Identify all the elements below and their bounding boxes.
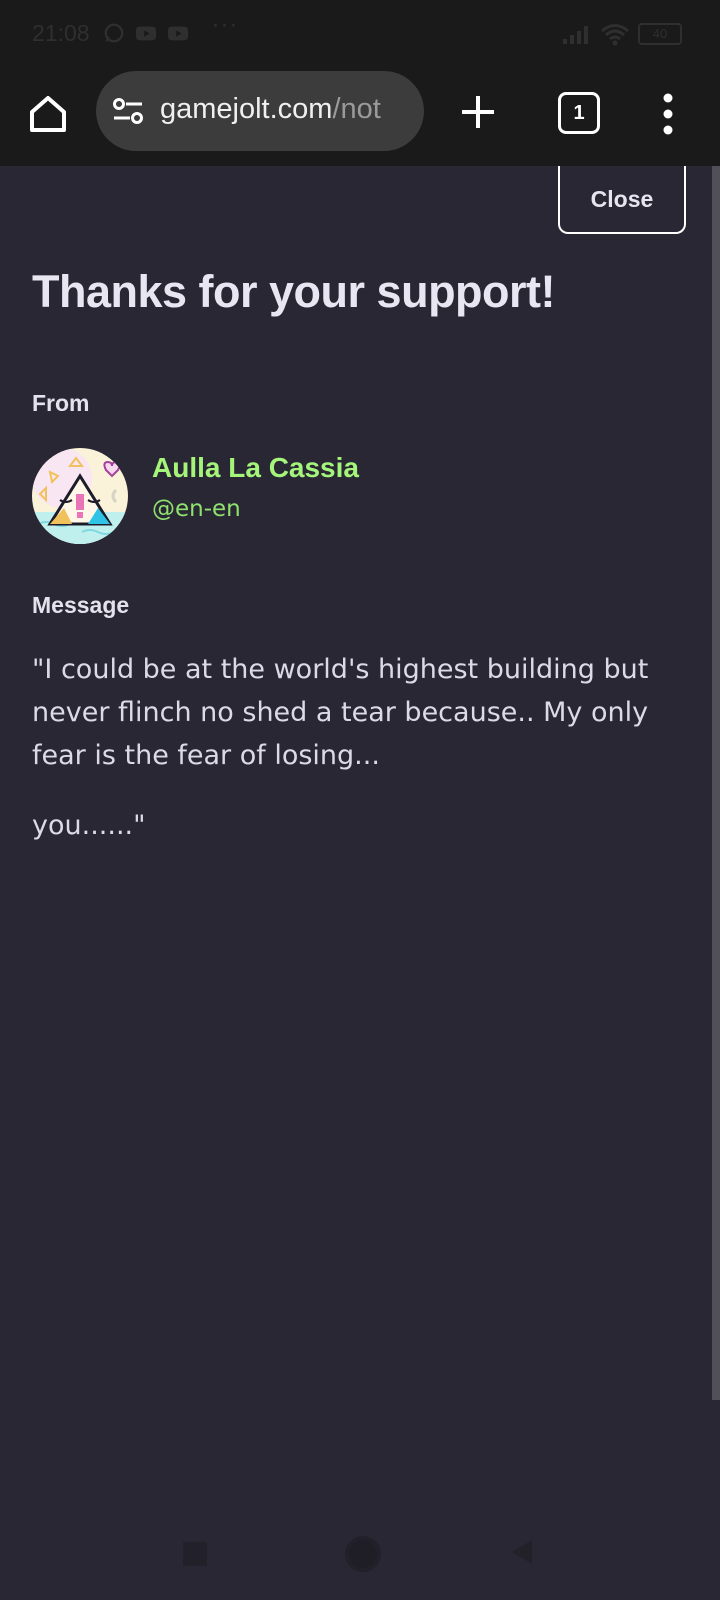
message-paragraph: you......" <box>32 810 146 841</box>
back-icon[interactable] <box>510 1538 534 1566</box>
home-nav-icon[interactable] <box>345 1536 381 1572</box>
status-time: 21:08 <box>32 20 90 46</box>
battery-icon: 40 <box>638 23 682 45</box>
scrollbar[interactable] <box>712 166 720 1400</box>
message-label: Message <box>32 592 130 618</box>
avatar[interactable] <box>32 448 128 544</box>
url-text: gamejolt.com/not <box>160 93 381 126</box>
more-options-icon[interactable] <box>660 90 676 138</box>
youtube-icon <box>135 26 157 41</box>
close-button[interactable]: Close <box>558 166 686 234</box>
recent-apps-icon[interactable] <box>183 1542 207 1566</box>
page-title: Thanks for your support! <box>32 266 556 317</box>
new-tab-icon[interactable] <box>456 90 500 134</box>
more-notifications-icon: ··· <box>212 14 239 39</box>
battery-level: 40 <box>652 26 668 41</box>
youtube-icon <box>167 26 189 41</box>
site-settings-icon[interactable] <box>112 97 144 125</box>
url-host: gamejolt.com <box>160 93 333 125</box>
notification-icons <box>102 22 190 44</box>
browser-toolbar: gamejolt.com/not 1 <box>0 68 720 166</box>
message-paragraph: "I could be at the world's highest build… <box>32 654 649 771</box>
from-label: From <box>32 390 90 416</box>
user-name[interactable]: Aulla La Cassia <box>152 452 359 484</box>
message-body: "I could be at the world's highest build… <box>32 648 662 874</box>
user-handle[interactable]: @en-en <box>152 496 241 522</box>
system-icons: 40 <box>562 22 682 46</box>
address-bar[interactable]: gamejolt.com/not <box>96 71 424 151</box>
whatsapp-icon <box>104 23 124 43</box>
signal-icon <box>563 26 588 44</box>
status-bar: 21:08 ··· 40 <box>0 0 720 68</box>
home-icon[interactable] <box>24 90 72 138</box>
url-path: /not <box>332 93 381 125</box>
tab-switcher-button[interactable]: 1 <box>558 92 600 134</box>
wifi-icon <box>601 24 629 46</box>
